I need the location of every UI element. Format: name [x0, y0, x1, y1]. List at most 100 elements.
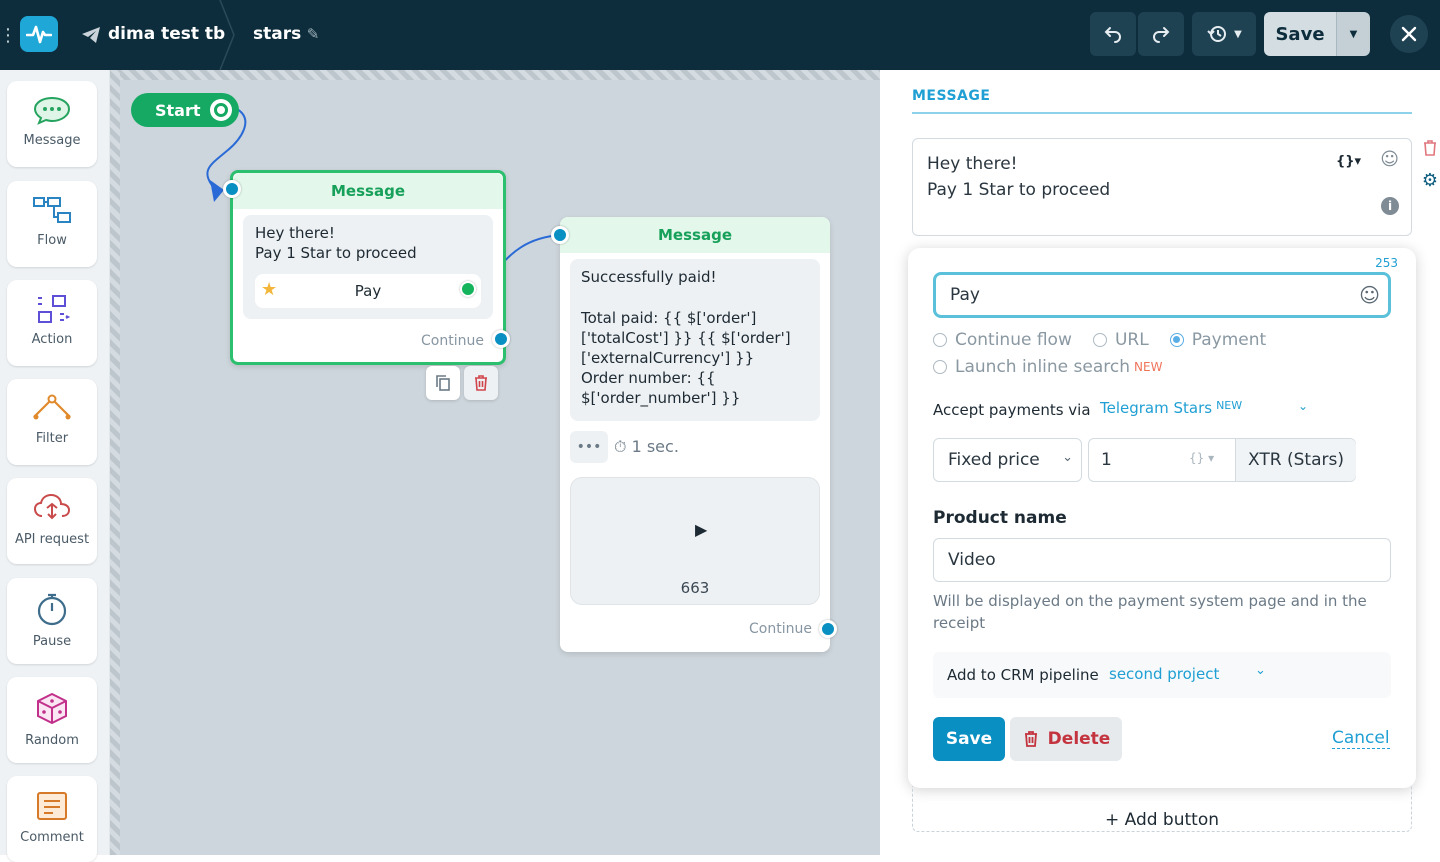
pay-button[interactable]: ★ Pay — [255, 274, 481, 308]
panel-section-title: MESSAGE — [912, 88, 991, 104]
radio-launch-inline-search[interactable]: Launch inline search NEW — [933, 357, 1162, 377]
add-button[interactable]: + Add button — [912, 786, 1412, 832]
project-name[interactable]: dima test tb — [108, 24, 225, 44]
sidebar-item-flow[interactable]: Flow — [7, 181, 97, 267]
node2-continue-port[interactable] — [819, 620, 837, 638]
telegram-icon — [80, 24, 102, 46]
message-text-line: Hey there! — [927, 154, 1018, 174]
delete-button[interactable]: Delete — [1010, 717, 1122, 761]
crm-pipeline-row[interactable]: Add to CRM pipeline second project ⌄ — [933, 652, 1391, 698]
node1-input-port[interactable] — [223, 180, 241, 198]
sidebar-item-label: Flow — [37, 233, 67, 248]
start-node[interactable]: Start — [131, 93, 239, 127]
history-button[interactable]: ▼ — [1192, 12, 1256, 56]
sidebar-item-label: Message — [23, 133, 81, 148]
play-icon[interactable]: ▶ — [695, 520, 707, 539]
cancel-link[interactable]: Cancel — [1332, 728, 1390, 749]
message-text-line: $['order_number'] }} — [581, 389, 741, 407]
accept-payments-label: Accept payments via — [933, 401, 1091, 419]
node-palette-sidebar: Message Flow Action Filter API request P… — [0, 70, 110, 862]
sidebar-item-action[interactable]: Action — [7, 280, 97, 366]
undo-button[interactable] — [1090, 12, 1136, 56]
flow-icon — [33, 197, 71, 223]
variables-dropdown-icon[interactable]: {} ▾ — [1189, 451, 1214, 465]
save-button[interactable]: Save — [933, 717, 1005, 761]
delete-node-button[interactable] — [464, 366, 498, 400]
top-bar: ⋮ dima test tb stars ✎ ▼ Save ▼ — [0, 0, 1440, 70]
message-text-editor[interactable]: Hey there! Pay 1 Star to proceed {}▾ ☺ i — [912, 138, 1412, 236]
kebab-menu-icon[interactable]: ⋮ — [0, 22, 17, 48]
video-attachment[interactable]: ▶ 663 — [570, 477, 820, 605]
edit-pencil-icon[interactable]: ✎ — [303, 24, 323, 44]
payment-provider-value: Telegram Stars — [1100, 399, 1213, 417]
action-type-radios: Continue flow URL Payment — [933, 330, 1282, 351]
timer-icon: ⏱ — [614, 437, 627, 456]
char-counter: 253 — [1375, 256, 1398, 270]
sidebar-item-label: Random — [25, 733, 79, 748]
message-node-1[interactable]: Message Hey there! Pay 1 Star to proceed… — [230, 170, 506, 365]
radio-continue-flow[interactable]: Continue flow — [933, 330, 1072, 350]
sidebar-item-label: Filter — [35, 431, 69, 446]
info-icon[interactable]: i — [1381, 197, 1399, 215]
button-text-input[interactable]: Pay ☺ — [933, 272, 1391, 318]
crm-pipeline-value[interactable]: second project — [1109, 665, 1219, 683]
message-text-line: Pay 1 Star to proceed — [927, 180, 1111, 200]
product-name-input[interactable]: Video — [933, 538, 1391, 582]
start-output-port[interactable] — [210, 99, 232, 121]
radio-label: Payment — [1191, 330, 1267, 350]
sidebar-item-filter[interactable]: Filter — [7, 379, 97, 465]
delay-label: 1 sec. — [631, 437, 679, 456]
more-options-icon[interactable]: ••• — [570, 431, 608, 463]
emoji-icon[interactable]: ☺ — [1380, 147, 1399, 173]
radio-label: Continue flow — [955, 330, 1072, 350]
sidebar-item-label: API request — [14, 532, 90, 547]
variables-dropdown-icon[interactable]: {}▾ — [1336, 149, 1361, 175]
message-text-line: ['externalCurrency'] }} — [581, 349, 755, 367]
message-bubble[interactable]: Successfully paid! Total paid: {{ $['ord… — [570, 259, 820, 421]
price-value: 1 — [1101, 450, 1112, 470]
flow-name[interactable]: stars — [253, 24, 301, 44]
duplicate-node-button[interactable] — [426, 366, 460, 400]
product-name-hint: Will be displayed on the payment system … — [933, 590, 1373, 634]
close-button[interactable] — [1390, 15, 1428, 53]
emoji-icon[interactable]: ☺ — [1359, 283, 1380, 307]
action-icon — [38, 295, 71, 323]
message-text-line: ['totalCost'] }} {{ $['order'] — [581, 329, 791, 347]
sidebar-item-comment[interactable]: Comment — [7, 776, 97, 862]
hint-line: receipt — [933, 614, 986, 632]
node2-input-port[interactable] — [551, 226, 569, 244]
topbar-save-button[interactable]: Save — [1264, 12, 1336, 56]
button-text-value: Pay — [950, 285, 980, 305]
radio-payment[interactable]: Payment — [1169, 330, 1267, 350]
delete-message-icon[interactable] — [1420, 138, 1440, 158]
app-logo[interactable] — [20, 16, 58, 52]
price-input[interactable]: 1 {} ▾ XTR (Stars) — [1088, 438, 1356, 482]
message-node-2[interactable]: Message Successfully paid! Total paid: {… — [560, 217, 830, 652]
product-name-label: Product name — [933, 508, 1067, 528]
radio-url[interactable]: URL — [1092, 330, 1149, 350]
save-options-chevron-icon[interactable]: ▼ — [1336, 12, 1370, 56]
node-title: Message — [233, 173, 503, 209]
radio-label: Launch inline search — [955, 357, 1131, 377]
message-bubble[interactable]: Hey there! Pay 1 Star to proceed ★ Pay — [243, 215, 493, 319]
video-size-label: 663 — [680, 579, 710, 597]
redo-button[interactable] — [1138, 12, 1184, 56]
payment-provider-dropdown[interactable]: Telegram Stars NEW ⌄ — [1100, 399, 1308, 417]
sidebar-item-message[interactable]: Message — [7, 81, 97, 167]
message-text-line: Pay 1 Star to proceed — [255, 244, 417, 262]
chevron-down-icon: ⌄ — [1062, 450, 1073, 465]
flow-canvas[interactable]: Start Message Hey there! Pay 1 Star to p… — [110, 70, 880, 855]
section-underline — [912, 112, 1412, 114]
message-text-line: Total paid: {{ $['order'] — [581, 309, 757, 327]
price-type-select[interactable]: Fixed price ⌄ — [933, 438, 1082, 482]
sidebar-item-api-request[interactable]: API request — [7, 478, 97, 564]
node1-continue-port[interactable] — [492, 330, 510, 348]
start-label: Start — [155, 100, 201, 120]
node-title: Message — [560, 217, 830, 253]
settings-gear-icon[interactable]: ⚙ — [1420, 170, 1440, 191]
sidebar-item-pause[interactable]: Pause — [7, 578, 97, 664]
dice-icon — [37, 692, 67, 725]
sidebar-item-random[interactable]: Random — [7, 677, 97, 763]
button-output-port[interactable] — [460, 281, 476, 297]
delay-indicator: ⏱ 1 sec. — [614, 437, 679, 457]
